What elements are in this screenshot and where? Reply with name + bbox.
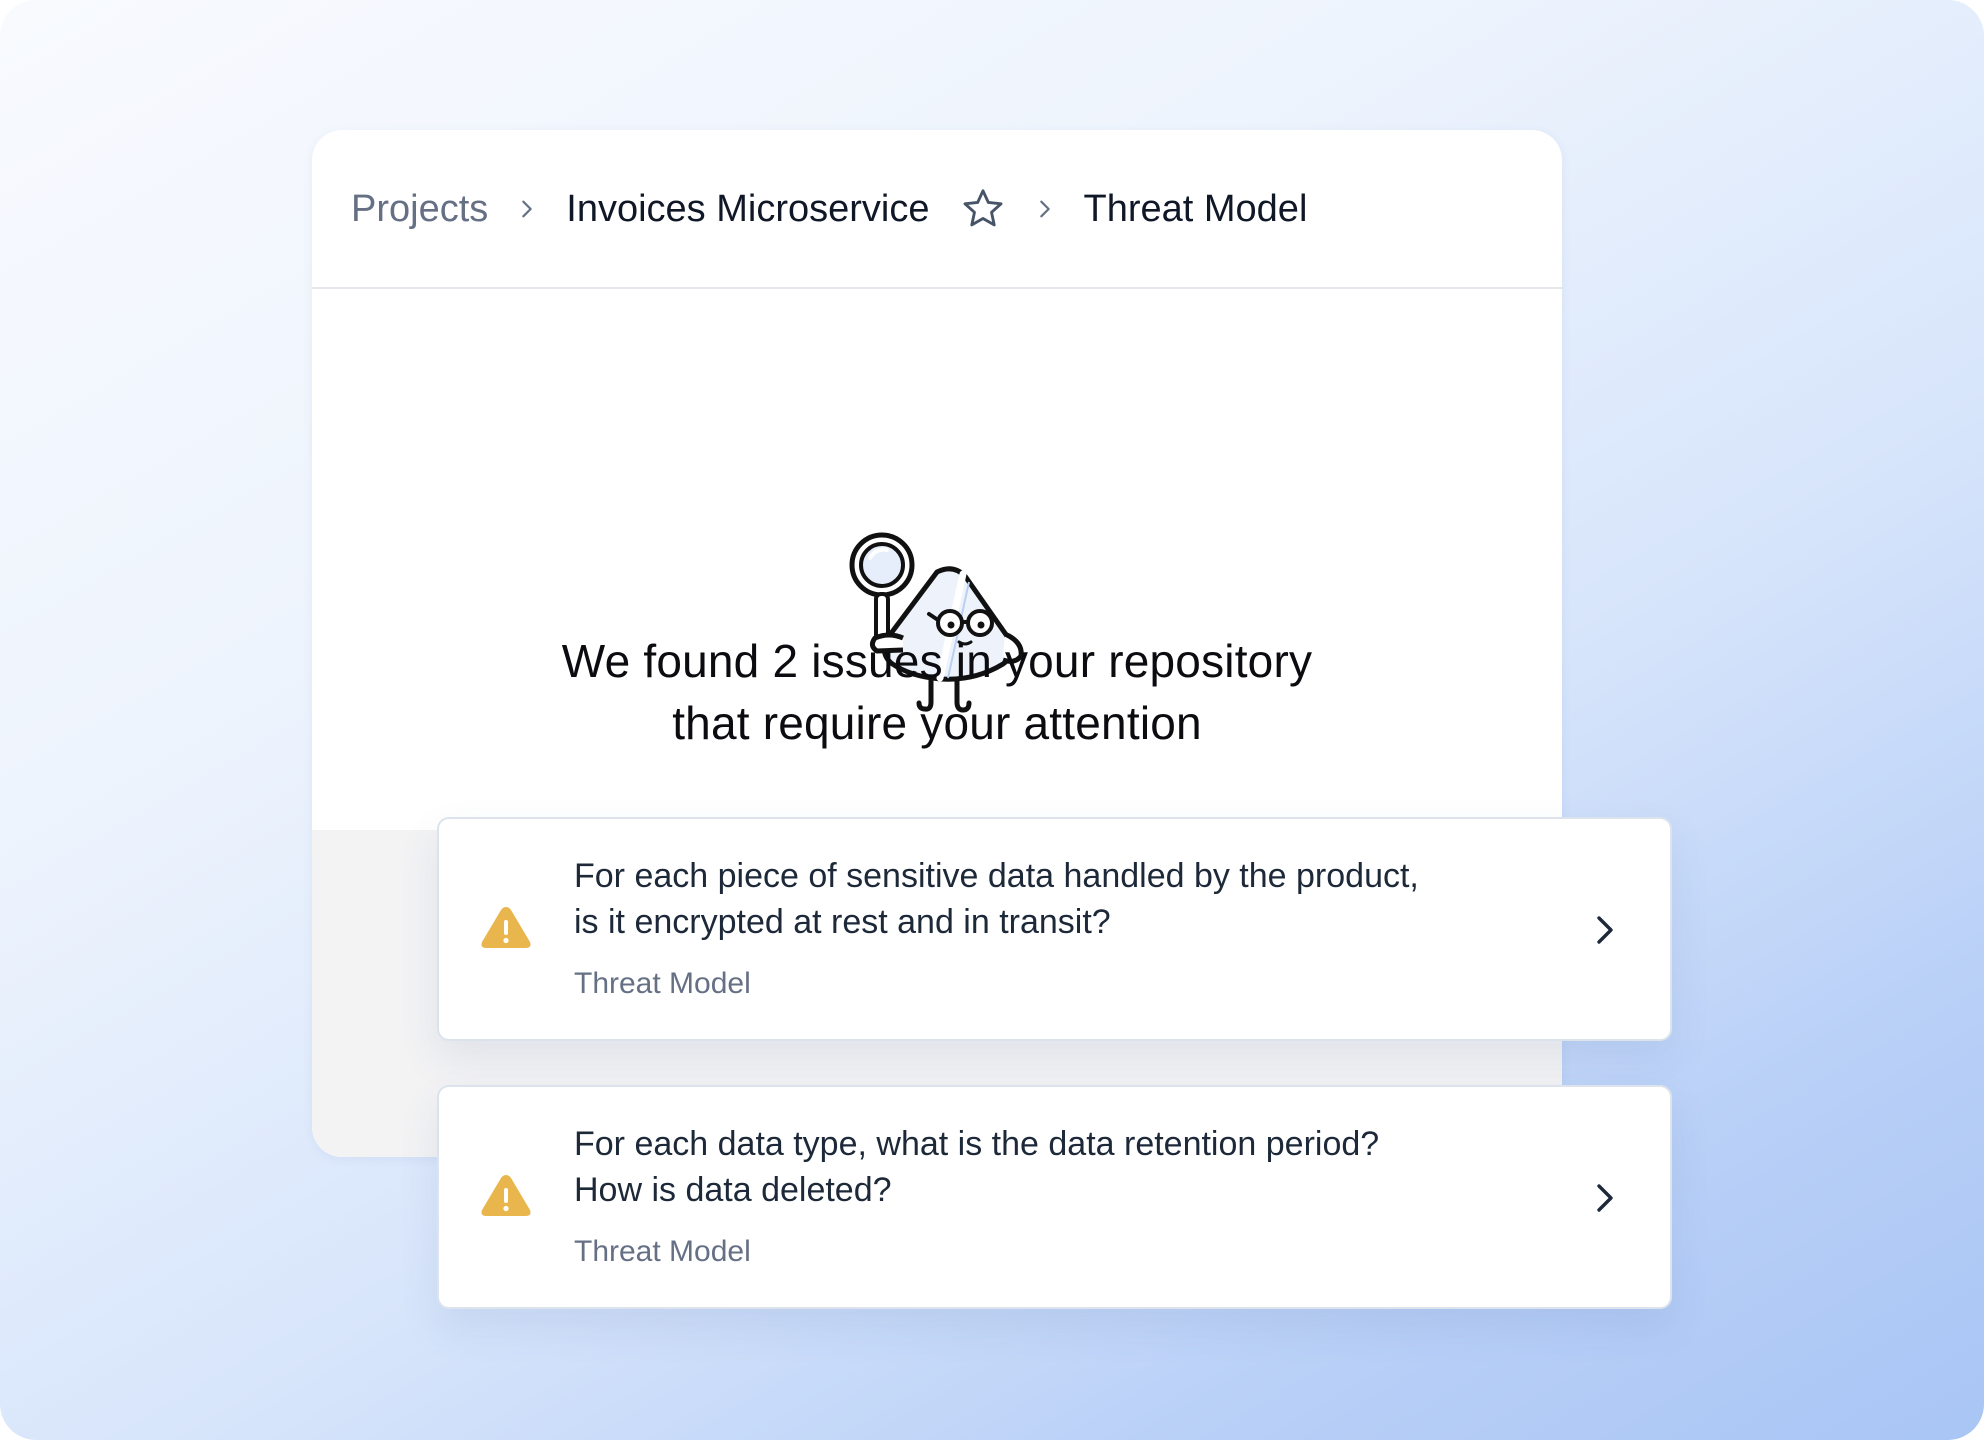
results-headline: We found 2 issues in your repository tha… — [312, 630, 1562, 754]
headline-line-2: that require your attention — [672, 697, 1202, 749]
breadcrumb-threat-model[interactable]: Threat Model — [1084, 188, 1308, 231]
star-icon[interactable] — [960, 186, 1006, 232]
breadcrumb: Projects Invoices Microservice Threat Mo… — [351, 130, 1562, 288]
issue-card[interactable]: For each data type, what is the data ret… — [437, 1085, 1672, 1309]
breadcrumb-projects[interactable]: Projects — [351, 188, 488, 231]
issue-question: For each data type, what is the data ret… — [574, 1125, 1380, 1163]
chevron-right-icon[interactable] — [1592, 911, 1618, 949]
issue-question: For each piece of sensitive data handled… — [574, 857, 1419, 895]
issue-question: How is data deleted? — [574, 1171, 892, 1209]
issue-card[interactable]: For each piece of sensitive data handled… — [437, 817, 1672, 1041]
chevron-right-icon[interactable] — [1592, 1179, 1618, 1217]
issue-question: is it encrypted at rest and in transit? — [574, 903, 1111, 941]
background: Projects Invoices Microservice Threat Mo… — [0, 0, 1984, 1440]
header-divider — [312, 287, 1562, 289]
headline-line-1: We found 2 issues in your repository — [561, 635, 1313, 687]
breadcrumb-invoices-microservice[interactable]: Invoices Microservice — [566, 188, 929, 231]
chevron-right-icon — [1006, 198, 1084, 220]
warning-icon — [481, 1175, 531, 1216]
issue-category: Threat Model — [574, 1235, 751, 1268]
issue-category: Threat Model — [574, 967, 751, 1000]
warning-icon — [481, 907, 531, 948]
chevron-right-icon — [488, 198, 566, 220]
